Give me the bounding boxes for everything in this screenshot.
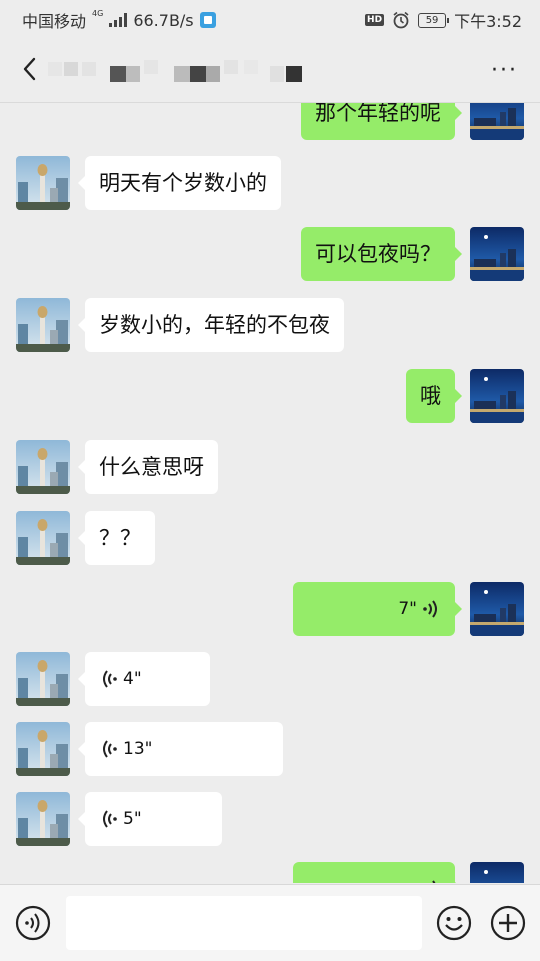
message-bubble-outgoing[interactable]: 可以包夜吗？ xyxy=(301,227,462,281)
voice-wave-icon xyxy=(103,810,117,828)
contact-avatar[interactable] xyxy=(16,298,70,352)
chat-header: ··· xyxy=(0,36,540,103)
voice-message-outgoing[interactable]: 7" xyxy=(293,582,462,636)
alarm-icon xyxy=(393,11,409,29)
status-right: HD 59 下午3:52 xyxy=(365,8,522,32)
voice-message-outgoing[interactable] xyxy=(293,862,462,883)
my-avatar[interactable] xyxy=(470,862,524,883)
more-dots-icon[interactable]: ··· xyxy=(491,58,518,83)
contact-avatar[interactable] xyxy=(16,722,70,776)
hd-icon: HD xyxy=(365,14,385,26)
voice-message-incoming[interactable]: 4" xyxy=(78,652,210,706)
message-bubble-incoming[interactable]: ？？ xyxy=(78,511,155,565)
signal-icon xyxy=(109,13,128,27)
network-type: 4G xyxy=(92,9,104,18)
notification-app-icon xyxy=(199,12,216,28)
status-left: 中国移动 4G 66.7B/s xyxy=(22,8,216,32)
voice-message-incoming[interactable]: 5" xyxy=(78,792,222,846)
contact-avatar[interactable] xyxy=(16,440,70,494)
message-bubble-incoming[interactable]: 岁数小的，年轻的不包夜 xyxy=(78,298,344,352)
my-avatar[interactable] xyxy=(470,369,524,423)
input-bar xyxy=(0,884,540,961)
voice-wave-icon xyxy=(432,880,436,883)
plus-icon[interactable] xyxy=(490,905,526,941)
contact-avatar[interactable] xyxy=(16,156,70,210)
emoji-icon[interactable] xyxy=(436,905,472,941)
contact-avatar[interactable] xyxy=(16,792,70,846)
voice-message-incoming[interactable]: 13" xyxy=(78,722,283,776)
voice-wave-icon xyxy=(423,600,437,618)
contact-avatar[interactable] xyxy=(16,652,70,706)
my-avatar[interactable] xyxy=(470,582,524,636)
voice-duration: 5" xyxy=(123,809,142,829)
net-speed: 66.7B/s xyxy=(133,10,194,30)
message-bubble-outgoing[interactable]: 那个年轻的呢 xyxy=(301,103,462,140)
voice-wave-icon xyxy=(103,670,117,688)
chat-list[interactable]: 那个年轻的呢 明天有个岁数小的 可以包夜吗？ 岁数小的，年轻的不包夜 哦 什么意… xyxy=(0,103,540,883)
my-avatar[interactable] xyxy=(470,103,524,140)
chevron-left-icon[interactable] xyxy=(16,54,46,84)
status-bar: 中国移动 4G 66.7B/s HD 59 下午3:52 xyxy=(0,0,540,36)
message-bubble-incoming[interactable]: 明天有个岁数小的 xyxy=(78,156,281,210)
my-avatar[interactable] xyxy=(470,227,524,281)
contact-avatar[interactable] xyxy=(16,511,70,565)
carrier-label: 中国移动 xyxy=(22,12,87,31)
clock: 下午3:52 xyxy=(454,12,522,31)
voice-duration: 13" xyxy=(123,739,153,759)
voice-duration: 4" xyxy=(123,669,142,689)
message-bubble-incoming[interactable]: 什么意思呀 xyxy=(78,440,218,494)
message-input[interactable] xyxy=(66,896,422,950)
message-bubble-outgoing[interactable]: 哦 xyxy=(406,369,462,423)
battery-icon: 59 xyxy=(418,12,450,28)
voice-duration: 7" xyxy=(398,599,417,619)
voice-wave-icon xyxy=(103,740,117,758)
voice-mode-icon[interactable] xyxy=(15,905,51,941)
chat-title-obscured xyxy=(48,58,308,84)
